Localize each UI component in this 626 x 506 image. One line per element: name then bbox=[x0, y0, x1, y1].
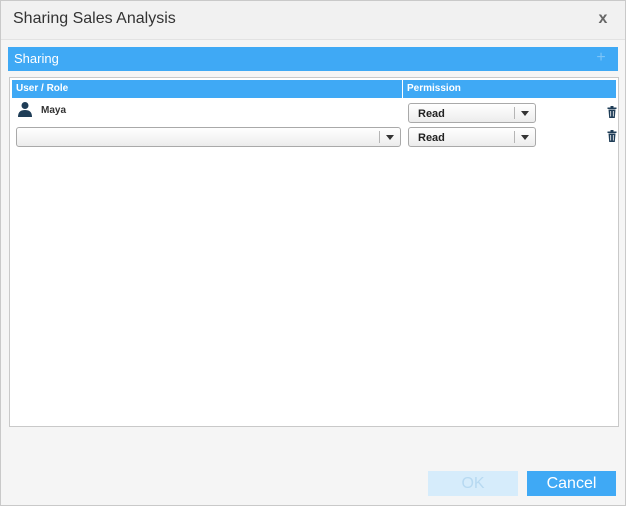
select-divider bbox=[514, 107, 515, 119]
close-button[interactable]: x bbox=[595, 10, 611, 28]
dialog-title: Sharing Sales Analysis bbox=[13, 10, 176, 27]
chevron-down-icon bbox=[521, 111, 529, 116]
permission-select[interactable]: Read bbox=[408, 127, 536, 147]
column-header-permission: Permission bbox=[407, 83, 461, 94]
cancel-button[interactable]: Cancel bbox=[527, 471, 616, 496]
add-share-icon[interactable]: + bbox=[594, 50, 608, 66]
chevron-down-icon bbox=[521, 135, 529, 140]
sharing-grid: User / Role Permission Maya Read Read bbox=[9, 77, 619, 427]
sharing-section-header: Sharing + bbox=[8, 47, 618, 71]
section-title: Sharing bbox=[14, 51, 59, 66]
permission-select-value: Read bbox=[418, 108, 445, 120]
select-divider bbox=[514, 131, 515, 143]
trash-icon[interactable] bbox=[607, 130, 617, 142]
share-dialog: Sharing Sales Analysis x Sharing + User … bbox=[0, 0, 626, 506]
trash-icon[interactable] bbox=[607, 106, 617, 118]
user-icon bbox=[18, 102, 32, 117]
dialog-titlebar: Sharing Sales Analysis x bbox=[1, 1, 625, 40]
grid-header: User / Role Permission bbox=[12, 80, 616, 98]
user-role-select[interactable] bbox=[16, 127, 401, 147]
permission-select[interactable]: Read bbox=[408, 103, 536, 123]
ok-button[interactable]: OK bbox=[428, 471, 518, 496]
permission-select-value: Read bbox=[418, 132, 445, 144]
column-divider bbox=[402, 80, 403, 98]
column-header-user-role: User / Role bbox=[16, 83, 69, 94]
user-name: Maya bbox=[41, 105, 67, 116]
select-divider bbox=[379, 131, 380, 143]
chevron-down-icon bbox=[386, 135, 394, 140]
